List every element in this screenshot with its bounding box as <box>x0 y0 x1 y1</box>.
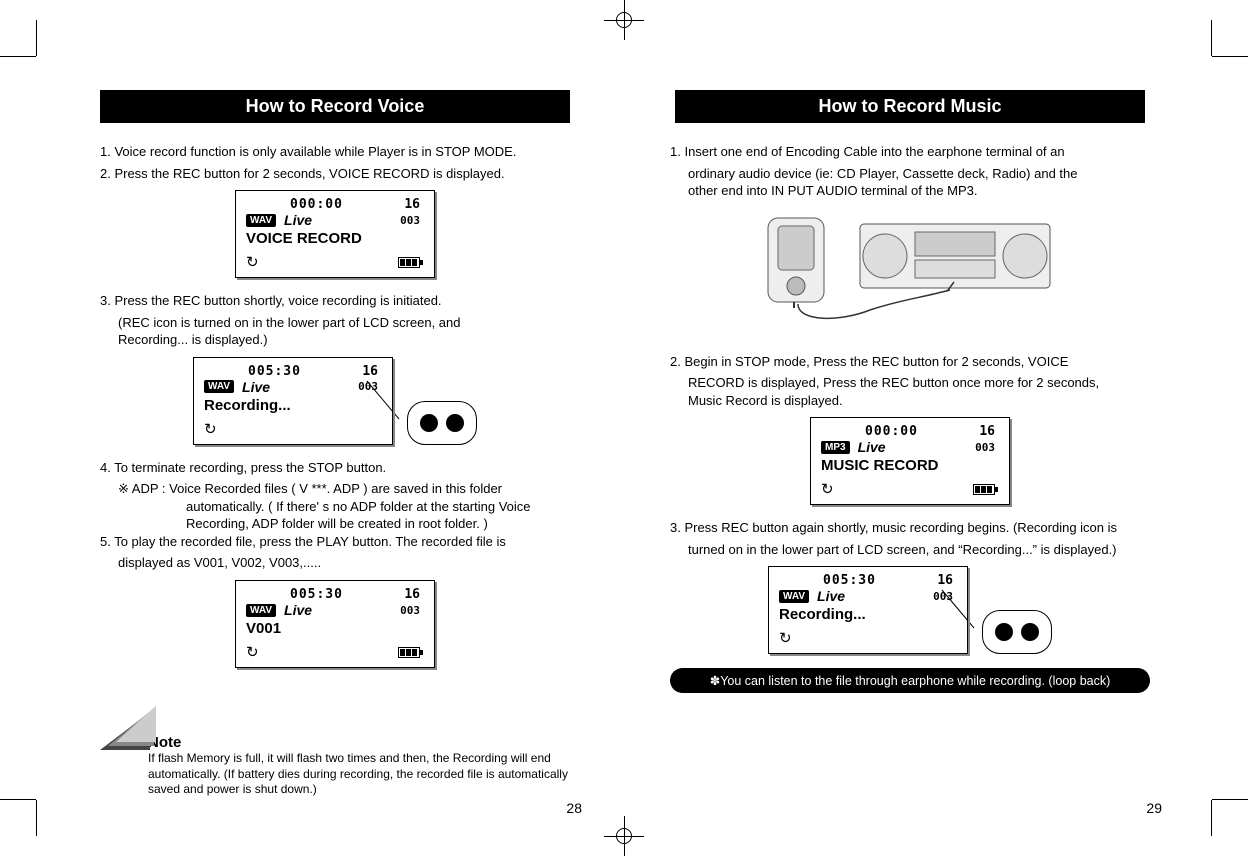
lcd-screen: 005:30 16 WAV Live 003 Recording... <box>193 357 393 445</box>
step: 1. Voice record function is only availab… <box>100 143 570 161</box>
lcd-mode-label: V001 <box>246 620 420 637</box>
crop-mark <box>36 800 37 836</box>
crop-mark <box>0 799 36 800</box>
battery-icon <box>973 484 995 495</box>
lcd-time: 005:30 <box>290 587 343 602</box>
lcd-live-label: Live <box>858 439 886 455</box>
lcd-time: 000:00 <box>290 197 343 212</box>
registration-mark-icon <box>604 816 644 856</box>
step-sub: ordinary audio device (ie: CD Player, Ca… <box>670 165 1150 183</box>
page-left: How to Record Voice 1. Voice record func… <box>80 80 590 816</box>
step-sub: (REC icon is turned on in the lower part… <box>100 314 570 332</box>
lcd-mode-label: VOICE RECORD <box>246 230 420 247</box>
repeat-icon <box>821 480 834 498</box>
page-number: 29 <box>1146 800 1162 816</box>
step: 3. Press the REC button shortly, voice r… <box>100 292 570 310</box>
format-badge: WAV <box>246 214 276 227</box>
lcd-time: 005:30 <box>248 364 301 379</box>
body-text: 3. Press REC button again shortly, music… <box>670 519 1150 558</box>
step: 1. Insert one end of Encoding Cable into… <box>670 143 1150 161</box>
lcd-mode-label: Recording... <box>779 606 953 623</box>
lcd-time: 005:30 <box>823 573 876 588</box>
lcd-live-label: Live <box>242 379 270 395</box>
note-label: Note <box>148 734 570 751</box>
lcd-subcount: 003 <box>975 441 995 454</box>
step: 5. To play the recorded file, press the … <box>100 533 570 551</box>
crop-mark <box>0 56 36 57</box>
repeat-icon <box>246 253 259 271</box>
lcd-tracks: 16 <box>404 587 420 602</box>
repeat-icon <box>204 420 217 438</box>
repeat-icon <box>246 643 259 661</box>
battery-icon <box>398 257 420 268</box>
step-sub-text: ADP : Voice Recorded files ( V ***. ADP … <box>129 481 502 496</box>
step-sub: RECORD is displayed, Press the REC butto… <box>670 374 1150 392</box>
lcd-mode-label: MUSIC RECORD <box>821 457 995 474</box>
lcd-tracks: 16 <box>404 197 420 212</box>
callout-text: You can listen to the file through earph… <box>720 674 1110 688</box>
repeat-icon <box>779 629 792 647</box>
note-text: If flash Memory is full, it will flash t… <box>148 751 570 798</box>
format-badge: MP3 <box>821 441 850 454</box>
crop-mark <box>1212 56 1248 57</box>
lcd-subcount: 003 <box>933 590 953 603</box>
note-box: Note If flash Memory is full, it will fl… <box>100 734 570 798</box>
heading-record-music: How to Record Music <box>675 90 1145 123</box>
step-sub: turned on in the lower part of LCD scree… <box>670 541 1150 559</box>
step-sub: displayed as V001, V002, V003,..... <box>100 554 570 572</box>
lcd-tracks: 16 <box>362 364 378 379</box>
body-text: 2. Begin in STOP mode, Press the REC but… <box>670 353 1150 410</box>
heading-record-voice: How to Record Voice <box>100 90 570 123</box>
page-right: How to Record Music 1. Insert one end of… <box>650 80 1170 816</box>
step: 2. Begin in STOP mode, Press the REC but… <box>670 353 1150 371</box>
registration-mark-icon <box>604 0 644 40</box>
format-badge: WAV <box>204 380 234 393</box>
lcd-subcount: 003 <box>400 604 420 617</box>
format-badge: WAV <box>779 590 809 603</box>
lcd-live-label: Live <box>284 212 312 228</box>
lcd-subcount: 003 <box>400 214 420 227</box>
callout-pill: ✽You can listen to the file through earp… <box>670 668 1150 693</box>
crop-mark <box>36 20 37 56</box>
crop-mark <box>1211 20 1212 56</box>
lcd-tracks: 16 <box>937 573 953 588</box>
reference-mark-icon: ✽ <box>710 674 720 688</box>
crop-mark <box>1211 800 1212 836</box>
lcd-screen: 000:00 16 WAV Live 003 VOICE RECORD <box>235 190 435 278</box>
step: 2. Press the REC button for 2 seconds, V… <box>100 165 570 183</box>
step-sub: other end into IN PUT AUDIO terminal of … <box>670 182 1150 200</box>
lcd-screen: 005:30 16 WAV Live 003 Recording... <box>768 566 968 654</box>
body-text: 1. Insert one end of Encoding Cable into… <box>670 143 1150 200</box>
reference-mark-icon: ※ <box>118 481 129 496</box>
step-sub: Recording... is displayed.) <box>100 331 570 349</box>
step: 4. To terminate recording, press the STO… <box>100 459 570 477</box>
lcd-screen: 005:30 16 WAV Live 003 V001 <box>235 580 435 668</box>
record-magnifier-icon <box>407 401 477 445</box>
lcd-mode-label: Recording... <box>204 397 378 414</box>
step-sub: Music Record is displayed. <box>670 392 1150 410</box>
lcd-time: 000:00 <box>865 424 918 439</box>
step-sub: Recording, ADP folder will be created in… <box>100 515 570 533</box>
crop-mark <box>1212 799 1248 800</box>
lcd-tracks: 16 <box>979 424 995 439</box>
lcd-live-label: Live <box>817 588 845 604</box>
device-connection-illustration <box>750 210 1070 330</box>
record-magnifier-icon <box>982 610 1052 654</box>
body-text: 3. Press the REC button shortly, voice r… <box>100 292 570 349</box>
step-sub: ※ ADP : Voice Recorded files ( V ***. AD… <box>100 480 570 498</box>
page-number: 28 <box>566 800 582 816</box>
battery-icon <box>398 647 420 658</box>
body-text: 1. Voice record function is only availab… <box>100 143 570 182</box>
lcd-screen: 000:00 16 MP3 Live 003 MUSIC RECORD <box>810 417 1010 505</box>
lcd-live-label: Live <box>284 602 312 618</box>
step-sub: automatically. ( If there' s no ADP fold… <box>100 498 570 516</box>
format-badge: WAV <box>246 604 276 617</box>
note-triangle-icon <box>100 706 156 752</box>
lcd-subcount: 003 <box>358 380 378 393</box>
body-text: 4. To terminate recording, press the STO… <box>100 459 570 572</box>
step: 3. Press REC button again shortly, music… <box>670 519 1150 537</box>
